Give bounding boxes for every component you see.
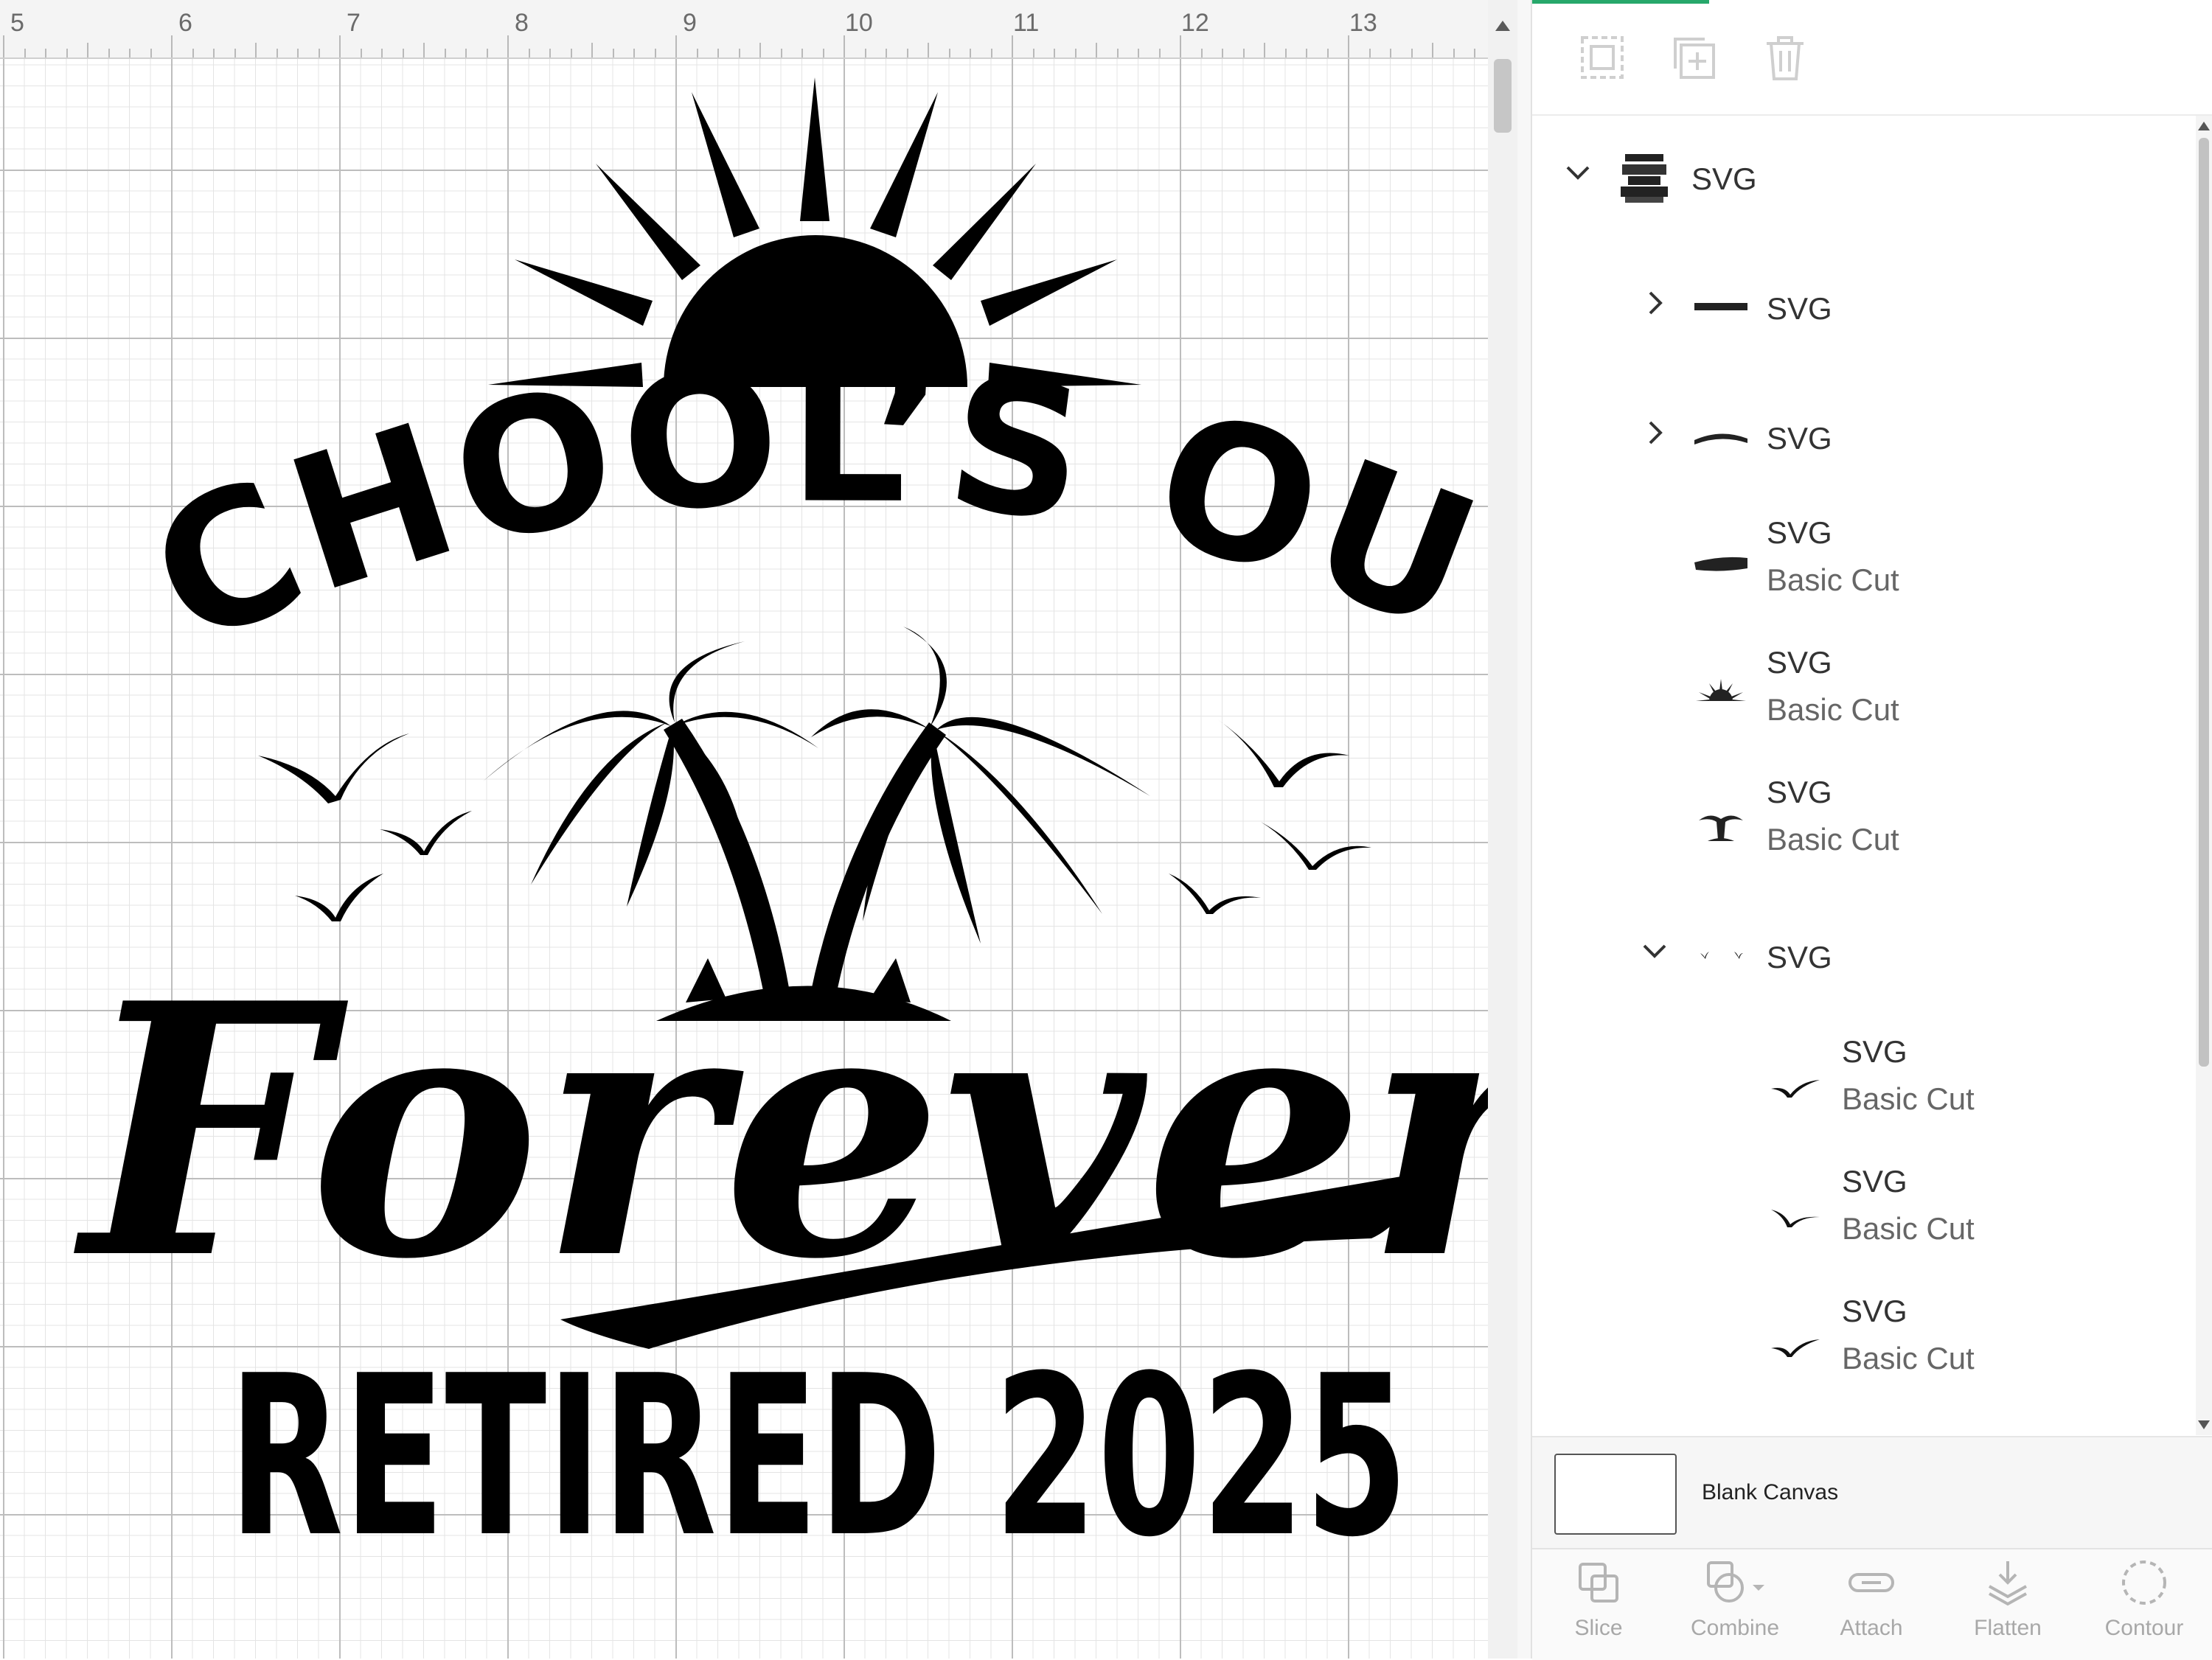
- bird-thumb: [1771, 1080, 1820, 1098]
- slice-button[interactable]: Slice: [1532, 1557, 1665, 1660]
- panel-divider: [1517, 0, 1531, 1659]
- layer-row[interactable]: SVG Basic Cut: [1532, 1024, 2181, 1154]
- layer-row[interactable]: SVG: [1532, 375, 2181, 505]
- chevron-right-icon[interactable]: [1640, 418, 1669, 447]
- combine-label: Combine: [1690, 1616, 1780, 1640]
- layer-name: SVG: [1767, 775, 1832, 809]
- scroll-up-icon[interactable]: [1495, 21, 1510, 31]
- layer-row[interactable]: SVG Basic Cut: [1532, 505, 2181, 635]
- schools-out-text: SCHOOL’S OUT: [0, 0, 1488, 688]
- flatten-label: Flatten: [1974, 1616, 2042, 1640]
- design-canvas[interactable]: 5 6 7 8 9 10 11 12 13 CHOOL’S OU Forever…: [0, 0, 1488, 1659]
- schools-out-design[interactable]: SCHOOL’S OUT: [0, 0, 1488, 1659]
- attach-button[interactable]: Attach: [1805, 1557, 1938, 1660]
- chevron-down-icon[interactable]: [1563, 158, 1593, 188]
- birds-graphic: [258, 719, 1371, 921]
- trash-icon[interactable]: [1761, 33, 1809, 82]
- combine-icon: [1707, 1561, 1764, 1603]
- layer-subtitle: Basic Cut: [1767, 692, 1899, 727]
- schools-out-text-thumb: [1694, 433, 1747, 444]
- canvas-scrollbar[interactable]: [1488, 0, 1517, 1659]
- scroll-up-icon[interactable]: [2198, 122, 2210, 130]
- layer-subtitle: Basic Cut: [1767, 562, 1899, 597]
- scroll-thumb[interactable]: [1494, 59, 1512, 133]
- palm-trees-thumb: [1699, 815, 1743, 841]
- layers-list: SVG SVG SVG SVG Basic Cut SVG Basic Cut …: [1532, 116, 2181, 1435]
- scroll-thumb[interactable]: [2199, 138, 2209, 1067]
- layer-row[interactable]: SVG: [1532, 116, 2181, 245]
- flatten-icon: [1989, 1561, 2027, 1606]
- layer-subtitle: Basic Cut: [1842, 1211, 1975, 1246]
- slice-label: Slice: [1574, 1616, 1623, 1640]
- layer-subtitle: Basic Cut: [1767, 822, 1899, 857]
- layer-name: SVG: [1842, 1294, 1907, 1328]
- layers-scrollbar[interactable]: [2196, 116, 2212, 1435]
- layer-name: SVG: [1767, 291, 1832, 326]
- flatten-button[interactable]: Flatten: [1941, 1557, 2074, 1660]
- layers-panel: SVG SVG SVG SVG Basic Cut SVG Basic Cut …: [1531, 0, 2212, 1659]
- chevron-down-icon[interactable]: [1640, 937, 1669, 966]
- layer-subtitle: Basic Cut: [1842, 1081, 1975, 1116]
- scroll-down-icon[interactable]: [2198, 1420, 2210, 1429]
- layer-name: SVG: [1691, 161, 1757, 196]
- attach-icon: [1848, 1573, 1894, 1592]
- contour-icon: [2122, 1560, 2166, 1605]
- forever-text-thumb: [1694, 557, 1747, 571]
- contour-label: Contour: [2104, 1616, 2184, 1640]
- bird-thumb: [1771, 1339, 1820, 1357]
- retired-text: RETIRED 2025: [229, 1328, 1408, 1586]
- bottom-toolbar: Slice Combine Attach Flatten Contour: [1532, 1548, 2212, 1660]
- layer-name: SVG: [1842, 1034, 1907, 1069]
- full-design-thumb: [1621, 154, 1668, 203]
- slice-icon: [1579, 1563, 1618, 1603]
- layer-row[interactable]: SVG Basic Cut: [1532, 1283, 2181, 1413]
- layer-name: SVG: [1767, 645, 1832, 680]
- attach-label: Attach: [1840, 1616, 1903, 1640]
- chevron-right-icon[interactable]: [1640, 288, 1669, 318]
- contour-button[interactable]: Contour: [2078, 1557, 2211, 1660]
- forever-text: Forever: [71, 928, 1488, 1335]
- layer-name: SVG: [1767, 421, 1832, 456]
- layer-name: SVG: [1842, 1164, 1907, 1199]
- blank-canvas-row[interactable]: Blank Canvas: [1532, 1436, 2212, 1548]
- group-icon[interactable]: [1578, 33, 1627, 82]
- blank-canvas-swatch[interactable]: [1554, 1454, 1677, 1535]
- layer-name: SVG: [1767, 940, 1832, 974]
- blank-canvas-label: Blank Canvas: [1702, 1480, 1839, 1504]
- layer-row[interactable]: SVG Basic Cut: [1532, 635, 2181, 764]
- sun-thumb: [1696, 679, 1746, 701]
- layer-row[interactable]: SVG Basic Cut: [1532, 1154, 2181, 1283]
- retired-text-thumb: [1694, 303, 1747, 310]
- layer-row[interactable]: SVG Basic Cut: [1532, 764, 2181, 894]
- schools-out-textpath: SCHOOL’S OUT: [0, 0, 1488, 688]
- layers-toolbar: [1532, 4, 2212, 116]
- layer-row[interactable]: SVG: [1532, 245, 2181, 375]
- layer-name: SVG: [1767, 515, 1832, 550]
- layer-subtitle: Basic Cut: [1842, 1341, 1975, 1375]
- duplicate-icon[interactable]: [1669, 33, 1718, 82]
- bird-thumb: [1771, 1210, 1820, 1227]
- combine-button[interactable]: Combine: [1669, 1557, 1801, 1660]
- birds-group-thumb: [1700, 952, 1743, 959]
- layer-row[interactable]: SVG: [1532, 894, 2181, 1024]
